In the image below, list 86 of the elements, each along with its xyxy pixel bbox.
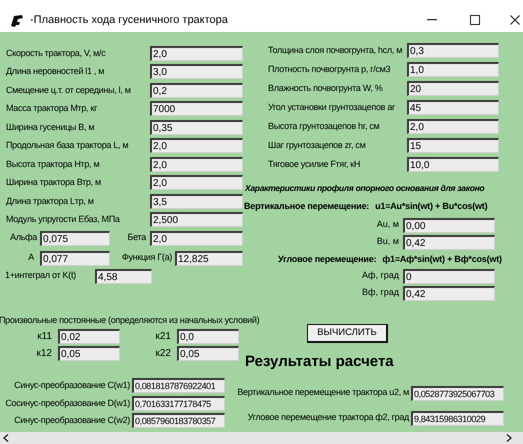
field-label: Модуль упругости Ебаз, МПа [6,213,121,226]
input-field[interactable]: 2,0 [150,138,243,154]
field-label: Продольная база трактора L, м [6,139,130,152]
field-label: Функция Г(a) [120,251,173,264]
input-field[interactable]: 2,500 [150,212,243,228]
input-field[interactable]: 0,075 [40,230,110,246]
formula-title: Угловое перемещение: [278,252,376,266]
app-icon [10,14,24,26]
input-field[interactable]: 3,0 [150,64,243,80]
input-field[interactable]: 10,0 [407,157,499,172]
field-label: Вертикальное перемещение трактора u2, м [236,386,410,400]
field-label: Высота трактора Нтр, м [6,158,100,171]
input-field[interactable]: 0,701633177178475 [132,396,225,411]
field-label: Скорость трактора, V, м/с [6,46,106,60]
field-label: Aф, град [361,269,400,282]
input-field[interactable]: 2,0 [407,119,499,134]
input-field[interactable]: 0,00 [403,218,495,232]
input-field[interactable]: 0,0528773925067703 [411,386,504,400]
field-label: Бета [126,231,148,244]
field-label: Влажность почвогрунта W, % [268,82,384,95]
input-field[interactable]: 12,825 [175,250,243,266]
horizontal-scrollbar[interactable] [0,432,523,444]
field-label: Bu, м [376,235,400,248]
input-field[interactable]: 2,0 [150,230,243,246]
field-label: 1+интеграл от K(t) [5,269,77,282]
input-field[interactable]: 0,02 [58,329,120,344]
field-label: Au, м [376,218,400,232]
input-field[interactable]: 20 [407,81,499,96]
formula: ф1=Aф*sin(wt) + Bф*cos(wt) [382,252,502,266]
field-label: Высота грунтозацепов hr, см [268,120,380,133]
field-label: к21 [154,330,172,344]
scroll-right-icon[interactable] [506,434,512,442]
section-heading: Характеристики профиля опорного основания для законо [245,182,484,194]
input-field[interactable]: 0,0818187876922401 [132,378,225,394]
close-icon[interactable] [510,15,520,25]
input-field[interactable]: 2,0 [150,156,243,172]
input-field[interactable]: 0,0 [177,329,239,344]
input-field[interactable]: 0,2 [150,82,243,98]
input-field[interactable]: 0 [403,268,495,284]
field-label: Длина неровностей l1 , м [6,65,106,78]
input-field[interactable]: 4,58 [95,268,152,284]
input-field[interactable]: 3,5 [150,194,243,209]
input-field[interactable]: 15 [407,138,499,153]
input-field[interactable]: 0,0857960183780357 [132,413,225,428]
calculate-button[interactable]: ВЫЧИСЛИТЬ [307,324,388,343]
field-label: Плотность почвогрунта p, г/см3 [268,62,392,76]
field-label: Синус-преобразование C(w2) [13,414,131,427]
field-label: Bф, град [361,286,400,300]
input-field[interactable]: 0,42 [403,234,495,250]
input-field[interactable]: 0,35 [150,120,243,135]
field-label: Шаг грунтозацепов zr, см [268,138,366,152]
input-field[interactable]: 0,42 [403,286,495,300]
input-field[interactable]: 0,3 [407,43,499,58]
input-field[interactable]: 2,0 [150,46,243,61]
field-label: Ширина гусеницы B, м [6,120,96,134]
field-label: Толщина слоя почвогрунта, hсл, м [268,44,404,57]
section-heading: Произвольные постоянные (определяются из начальных условий) [0,314,260,328]
field-label: A [27,251,36,264]
field-label: Альфа [9,231,38,244]
input-field[interactable]: 1,0 [407,62,499,77]
field-label: Сосинус-преобразование D(w1) [4,396,131,410]
formula-title: Вертикальное перемещение: [244,200,370,214]
maximize-icon[interactable] [470,15,480,25]
field-label: Синус-преобразование C(w1) [13,379,131,392]
input-field[interactable]: 9,84315986310029 [411,410,504,426]
field-label: Масса трактора Мтр, кг [6,102,98,115]
field-label: Тяговое усилие Fтяг, кН [268,158,362,171]
field-label: Длина трактора Lтр, м [6,194,95,208]
field-label: Ширина трактора Втр, м [6,176,102,189]
window-title: -Плавность хода гусеничного трактора [30,12,228,28]
scroll-left-icon[interactable] [3,434,9,442]
results-heading: Результаты расчета [245,352,394,372]
field-label: Угловое перемещение трактора ф2, град [246,411,410,424]
input-field[interactable]: 45 [407,100,499,115]
input-field[interactable]: 7000 [150,101,243,116]
formula: u1=Au*sin(wt) + Bu*cos(wt) [375,200,488,214]
field-label: Угол установки грунтозацепов ar [268,100,396,114]
minimize-icon[interactable] [427,19,437,21]
input-field[interactable]: 0,05 [177,346,239,361]
field-label: к11 [36,330,53,344]
field-label: к22 [154,347,172,361]
field-label: к12 [36,347,53,361]
input-field[interactable]: 0,05 [58,346,120,361]
field-label: Смещение ц.т. от середины, l, м [6,84,132,97]
input-field[interactable]: 0,077 [40,250,110,266]
input-field[interactable]: 2,0 [150,175,243,190]
